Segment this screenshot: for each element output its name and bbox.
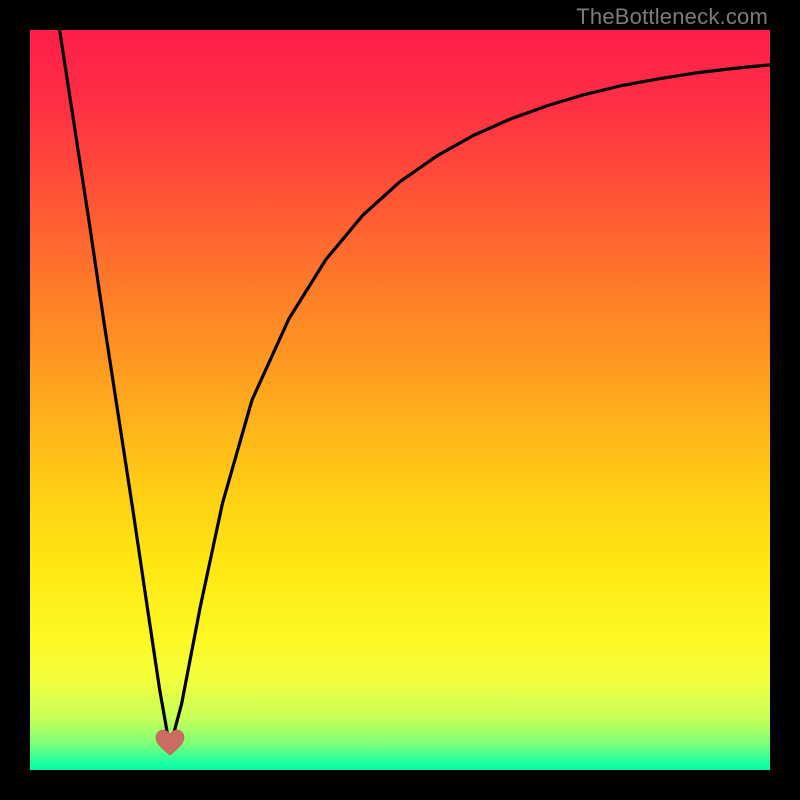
chart-frame: TheBottleneck.com <box>0 0 800 800</box>
bottleneck-curve <box>60 30 770 748</box>
watermark-text: TheBottleneck.com <box>576 4 768 30</box>
curve-layer <box>30 30 770 770</box>
plot-area <box>30 30 770 770</box>
